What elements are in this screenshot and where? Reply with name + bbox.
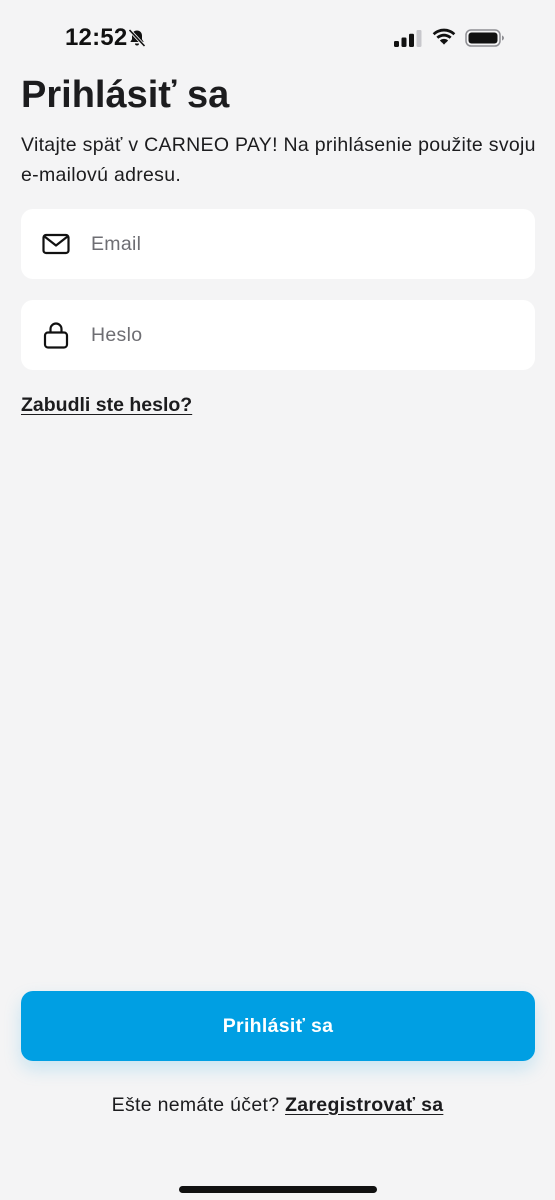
page-title: Prihlásiť sa xyxy=(21,74,230,116)
register-link[interactable]: Zaregistrovať sa xyxy=(285,1094,443,1116)
password-input[interactable] xyxy=(91,300,521,370)
register-prompt: Ešte nemáte účet? xyxy=(111,1094,280,1116)
cellular-signal-icon xyxy=(394,30,422,47)
forgot-password-link[interactable]: Zabudli ste heslo? xyxy=(21,394,192,417)
password-field[interactable] xyxy=(21,300,535,370)
status-bar: 12:52 xyxy=(0,0,555,76)
status-time: 12:52 xyxy=(65,24,128,51)
lock-icon xyxy=(43,322,69,349)
home-indicator[interactable] xyxy=(179,1186,377,1193)
email-input[interactable] xyxy=(91,209,521,279)
register-row: Ešte nemáte účet? Zaregistrovať sa xyxy=(0,1094,555,1117)
wifi-icon xyxy=(432,28,456,45)
page-subtitle: Vitajte späť v CARNEO PAY! Na prihláseni… xyxy=(21,134,536,186)
envelope-icon xyxy=(42,233,70,255)
email-field[interactable] xyxy=(21,209,535,279)
bell-slash-icon xyxy=(128,28,146,48)
battery-icon xyxy=(465,29,504,47)
login-button[interactable]: Prihlásiť sa xyxy=(21,991,535,1061)
